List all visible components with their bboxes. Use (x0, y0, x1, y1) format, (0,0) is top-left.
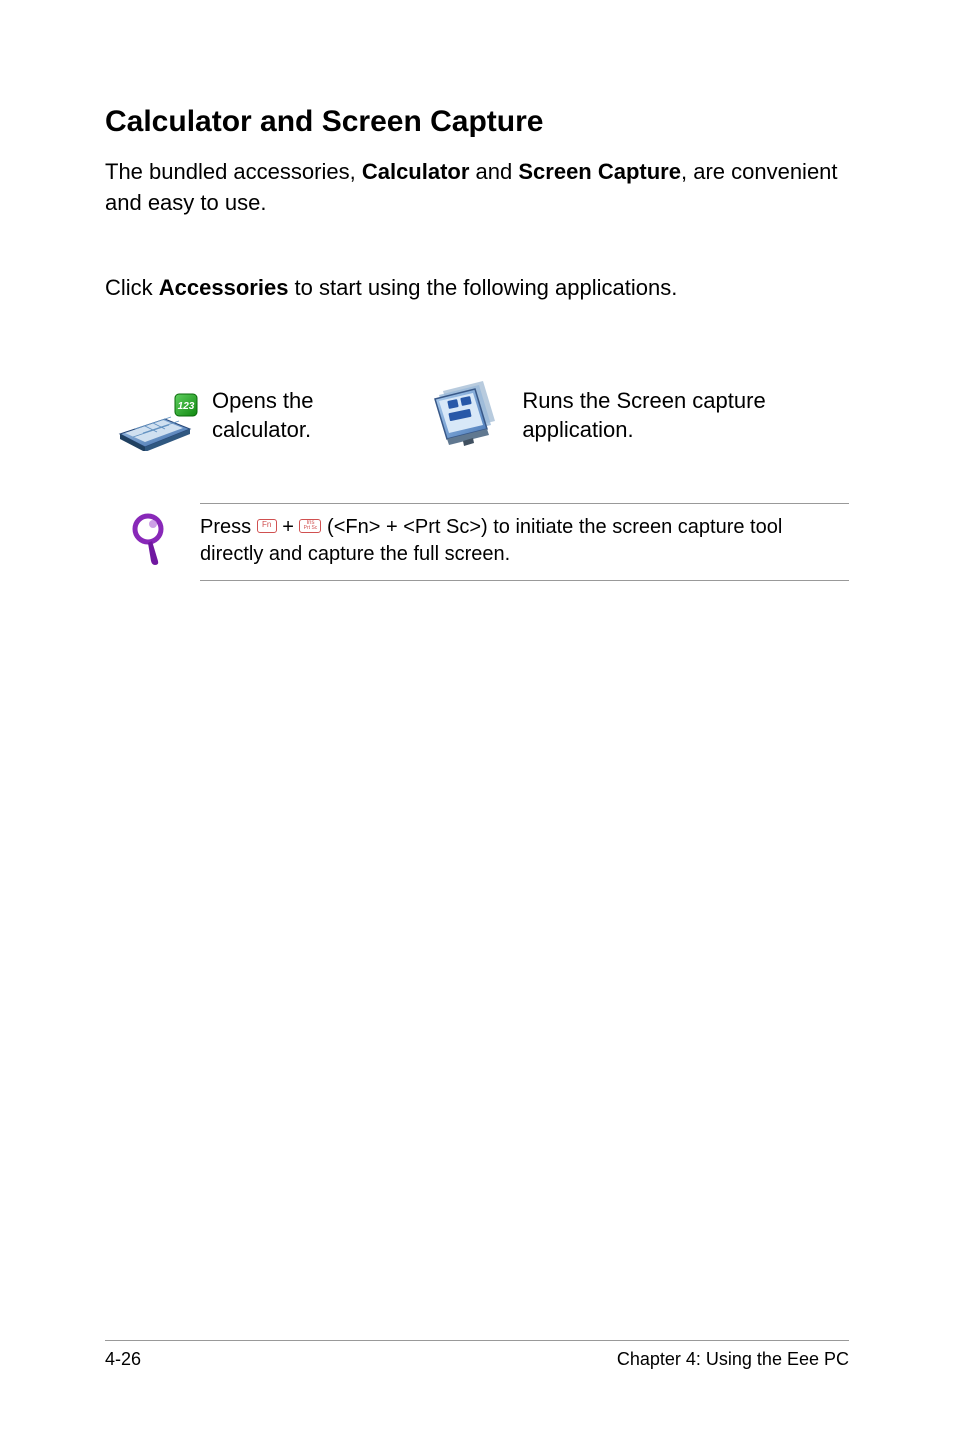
calculator-icon: 123 (105, 381, 200, 451)
calculator-app-cell: 123 Opens the calculator. (105, 381, 395, 451)
note-plus: + (277, 516, 300, 538)
click-suffix: to start using the following application… (288, 275, 677, 300)
footer-page-number: 4-26 (105, 1349, 141, 1370)
intro-mid: and (469, 159, 518, 184)
click-bold-accessories: Accessories (159, 275, 289, 300)
click-prefix: Click (105, 275, 159, 300)
note-magnifier-icon (130, 513, 170, 568)
intro-bold-screen-capture: Screen Capture (518, 159, 681, 184)
apps-row: 123 Opens the calculator. (105, 373, 849, 458)
intro-paragraph: The bundled accessories, Calculator and … (105, 157, 849, 219)
key-fn-icon: Fn (257, 519, 277, 533)
svg-text:123: 123 (178, 401, 195, 412)
page-footer: 4-26 Chapter 4: Using the Eee PC (105, 1340, 849, 1370)
screen-capture-app-cell: Runs the Screen capture application. (425, 373, 849, 458)
note-content: Press Fn + InsPrt Sc (<Fn> + <Prt Sc>) t… (200, 503, 849, 581)
screen-capture-icon (425, 373, 510, 458)
key-prtsc-icon: InsPrt Sc (299, 519, 321, 533)
note-box: Press Fn + InsPrt Sc (<Fn> + <Prt Sc>) t… (130, 503, 849, 581)
calculator-description: Opens the calculator. (212, 387, 395, 444)
section-title: Calculator and Screen Capture (105, 105, 849, 139)
intro-prefix: The bundled accessories, (105, 159, 362, 184)
click-paragraph: Click Accessories to start using the fol… (105, 273, 849, 304)
intro-bold-calculator: Calculator (362, 159, 470, 184)
note-press-text: Press (200, 516, 257, 538)
footer-chapter: Chapter 4: Using the Eee PC (617, 1349, 849, 1370)
screen-capture-description: Runs the Screen capture application. (522, 387, 849, 444)
key-prtsc-bot: Prt Sc (303, 526, 317, 531)
